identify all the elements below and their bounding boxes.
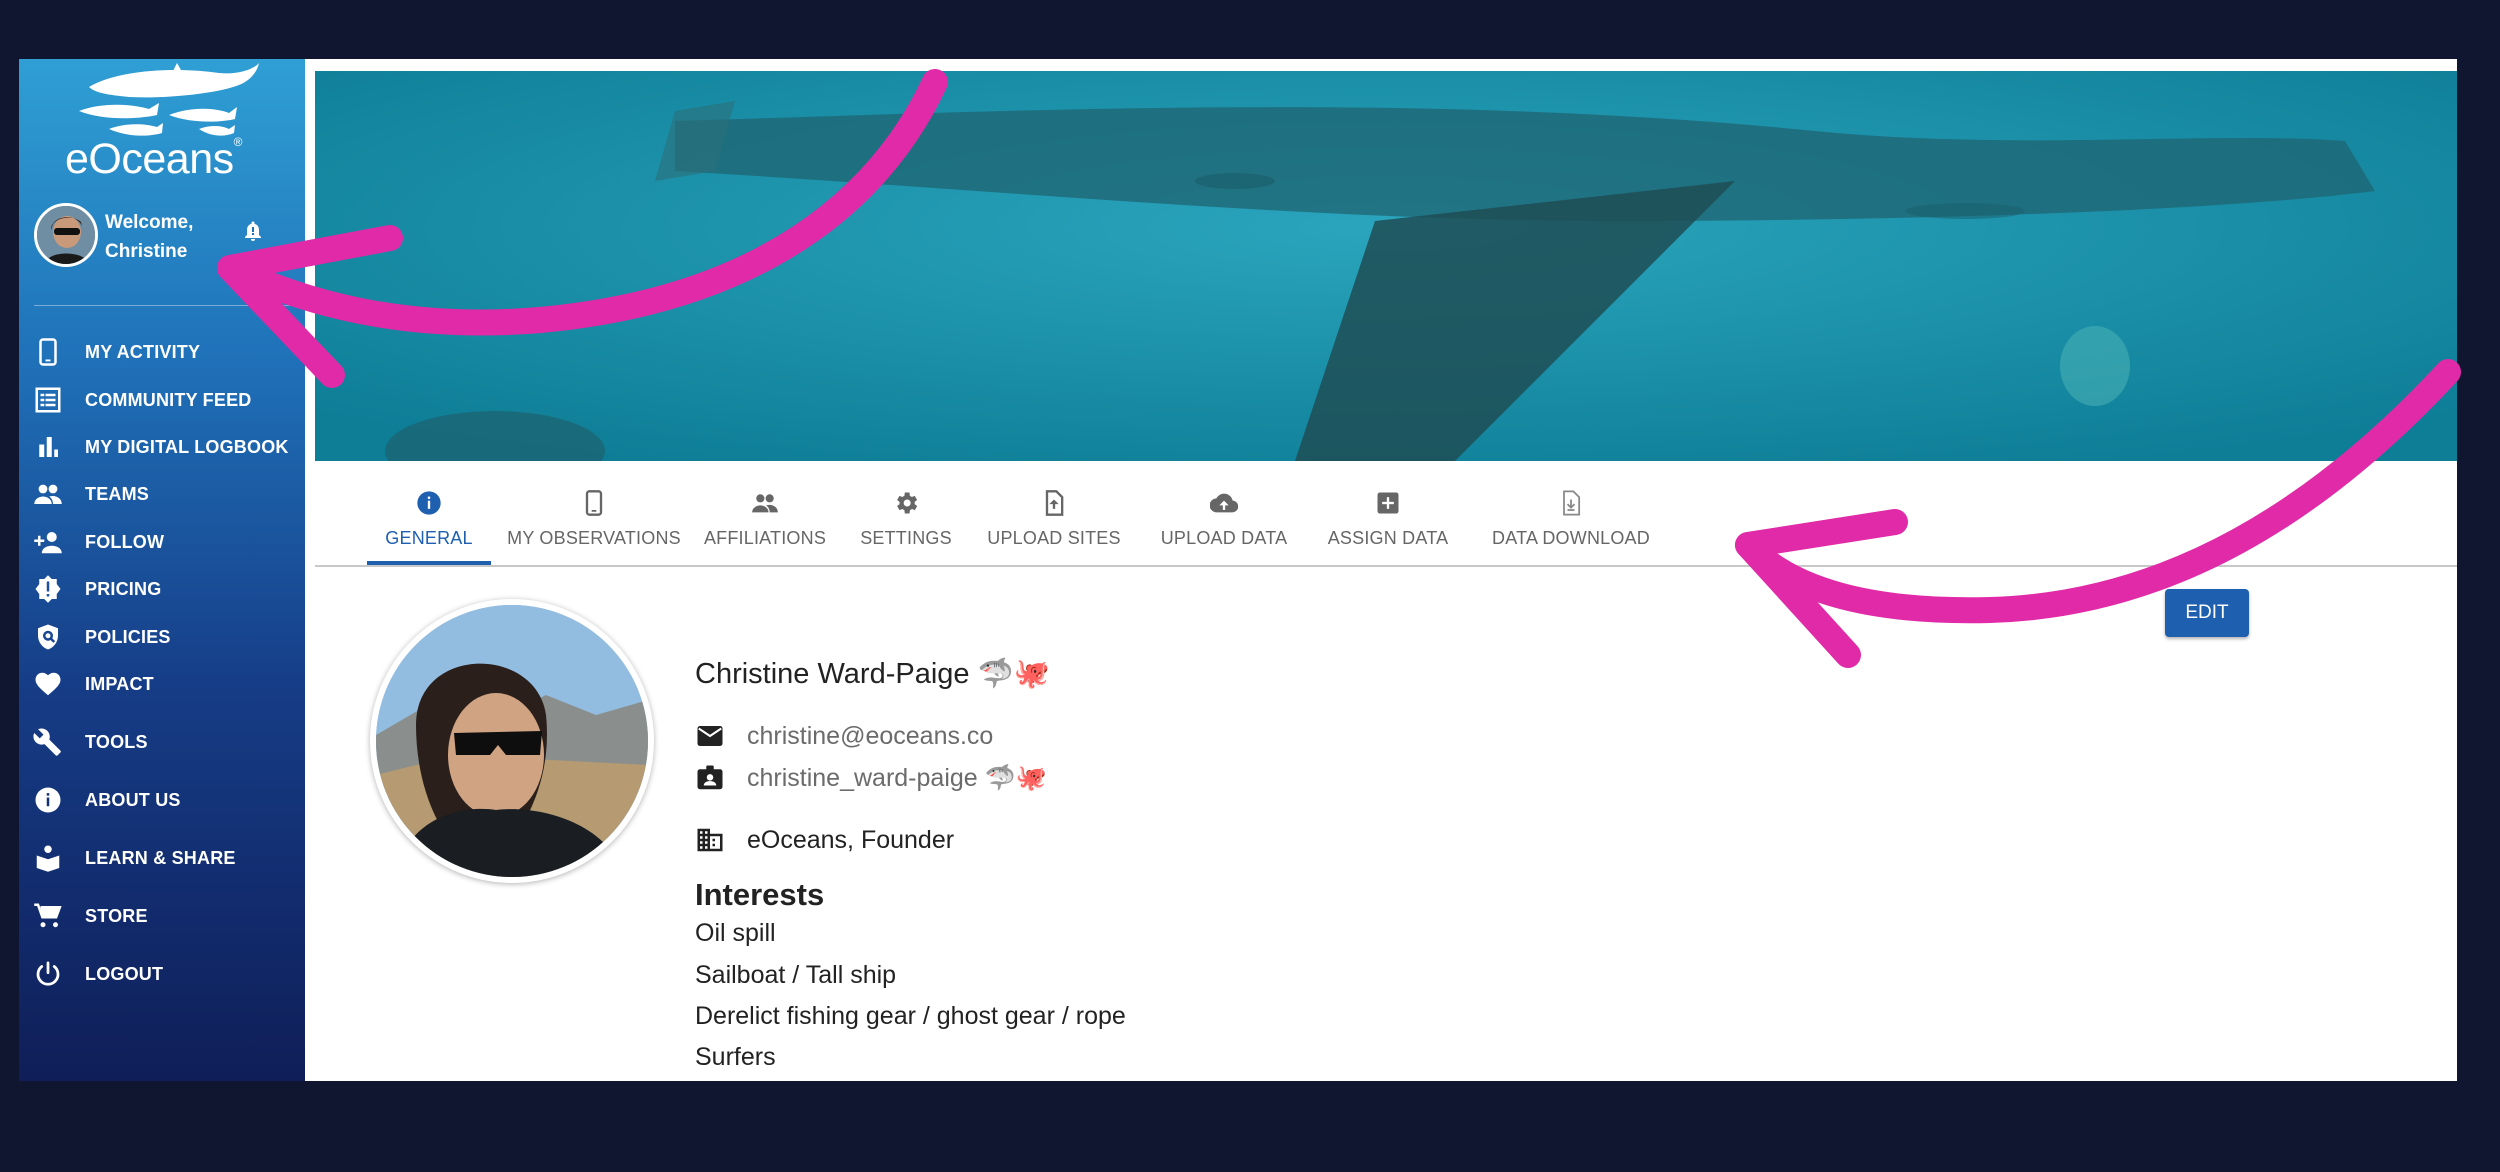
active-tab-indicator bbox=[367, 561, 491, 565]
shark-cover-image bbox=[315, 71, 2457, 461]
sidebar-item-label: STORE bbox=[85, 905, 148, 926]
welcome-text: Welcome, Christine bbox=[105, 208, 193, 266]
tab-general[interactable]: GENERAL bbox=[367, 473, 491, 565]
organization-row: eOceans, Founder bbox=[695, 825, 954, 855]
tab-affiliations[interactable]: AFFILIATIONS bbox=[699, 473, 831, 565]
people-icon bbox=[752, 494, 778, 513]
heart-icon bbox=[35, 672, 61, 696]
tab-label: UPLOAD DATA bbox=[1160, 528, 1288, 548]
plus-box-icon bbox=[1377, 492, 1399, 514]
sidebar-item-tools[interactable]: TOOLS bbox=[19, 722, 305, 762]
mail-icon bbox=[697, 726, 723, 746]
profile-username: christine_ward-paige 🦈🐙 bbox=[747, 763, 1047, 792]
profile-email[interactable]: christine@eoceans.co bbox=[747, 722, 993, 751]
interest-item: Oil spill bbox=[695, 919, 776, 947]
username-row: christine_ward-paige 🦈🐙 bbox=[695, 763, 1047, 793]
sidebar-item-community-feed[interactable]: COMMUNITY FEED bbox=[19, 380, 305, 420]
bar-chart-icon bbox=[39, 437, 58, 457]
sidebar-item-impact[interactable]: IMPACT bbox=[19, 664, 305, 704]
feed-list-icon bbox=[35, 387, 61, 413]
sidebar-item-label: TOOLS bbox=[85, 731, 148, 752]
cover-photo bbox=[315, 71, 2457, 461]
sidebar-divider bbox=[34, 305, 290, 306]
sidebar-item-label: IMPACT bbox=[85, 673, 154, 694]
sidebar-item-learn-share[interactable]: LEARN & SHARE bbox=[19, 838, 305, 878]
sidebar-item-label: PRICING bbox=[85, 578, 162, 599]
profile-name: Christine Ward-Paige 🦈🐙 bbox=[695, 658, 1050, 690]
tab-label: MY OBSERVATIONS bbox=[507, 528, 681, 548]
sidebar-item-label: LEARN & SHARE bbox=[85, 847, 236, 868]
cart-icon bbox=[34, 903, 62, 928]
info-icon bbox=[417, 491, 441, 515]
tab-upload-sites[interactable]: UPLOAD SITES bbox=[981, 473, 1127, 565]
profile-organization: eOceans, Founder bbox=[747, 825, 955, 854]
sidebar-item-store[interactable]: STORE bbox=[19, 896, 305, 936]
tab-settings[interactable]: SETTINGS bbox=[855, 473, 957, 565]
id-badge-icon bbox=[697, 765, 723, 790]
notification-bell-icon[interactable] bbox=[241, 219, 265, 243]
sidebar-item-my-digital-logbook[interactable]: MY DIGITAL LOGBOOK bbox=[19, 427, 305, 467]
sidebar-item-label: POLICIES bbox=[85, 626, 171, 647]
email-row: christine@eoceans.co bbox=[695, 721, 993, 751]
badge-alert-icon bbox=[35, 575, 61, 603]
tab-upload-data[interactable]: UPLOAD DATA bbox=[1151, 473, 1297, 565]
sidebar-item-follow[interactable]: FOLLOW bbox=[19, 522, 305, 562]
tab-label: UPLOAD SITES bbox=[987, 528, 1121, 548]
phone-icon bbox=[585, 490, 603, 516]
sidebar-item-label: LOGOUT bbox=[85, 963, 164, 984]
gear-icon bbox=[897, 492, 918, 514]
tab-label: ASSIGN DATA bbox=[1327, 528, 1449, 548]
info-icon bbox=[35, 787, 61, 813]
tab-data-download[interactable]: DATA DOWNLOAD bbox=[1479, 473, 1663, 565]
sidebar-item-label: MY ACTIVITY bbox=[85, 341, 201, 362]
tab-label: GENERAL bbox=[385, 528, 473, 548]
logo-wordmark: eOceans® bbox=[65, 135, 242, 183]
reader-icon bbox=[36, 845, 60, 872]
tab-my-observations[interactable]: MY OBSERVATIONS bbox=[507, 473, 681, 565]
sidebar-item-label: COMMUNITY FEED bbox=[85, 389, 252, 410]
sidebar-item-about-us[interactable]: ABOUT US bbox=[19, 780, 305, 820]
app-window: eOceans® Welcome, Christine MY ACTIVITY bbox=[19, 59, 2457, 1081]
sidebar-item-logout[interactable]: LOGOUT bbox=[19, 954, 305, 994]
profile-avatar[interactable] bbox=[370, 599, 654, 883]
tab-label: AFFILIATIONS bbox=[703, 528, 827, 548]
user-first-name: Christine bbox=[105, 241, 188, 262]
wrench-icon bbox=[33, 728, 61, 756]
sidebar-item-label: TEAMS bbox=[85, 483, 149, 504]
sidebar: eOceans® Welcome, Christine MY ACTIVITY bbox=[19, 59, 305, 1081]
main-content: GENERAL MY OBSERVATIONS AFFILIATIONS SET… bbox=[305, 59, 2457, 1081]
tab-assign-data[interactable]: ASSIGN DATA bbox=[1321, 473, 1455, 565]
interest-item: Surfers bbox=[695, 1043, 776, 1071]
file-upload-icon bbox=[1045, 490, 1064, 516]
sidebar-item-my-activity[interactable]: MY ACTIVITY bbox=[19, 332, 305, 372]
file-download-icon bbox=[1563, 490, 1581, 516]
people-icon bbox=[34, 484, 62, 504]
interest-item: Sailboat / Tall ship bbox=[695, 961, 897, 989]
profile-tabs: GENERAL MY OBSERVATIONS AFFILIATIONS SET… bbox=[315, 473, 2457, 567]
sidebar-item-label: FOLLOW bbox=[85, 531, 165, 552]
cloud-upload-icon bbox=[1210, 493, 1238, 513]
building-icon bbox=[697, 828, 723, 852]
edit-button[interactable]: EDIT bbox=[2165, 589, 2249, 637]
interest-item: Derelict fishing gear / ghost gear / rop… bbox=[695, 1002, 1126, 1030]
sidebar-item-teams[interactable]: TEAMS bbox=[19, 474, 305, 514]
tab-label: DATA DOWNLOAD bbox=[1492, 528, 1650, 548]
tab-label: SETTINGS bbox=[860, 528, 952, 548]
interests-heading: Interests bbox=[695, 877, 825, 912]
sidebar-item-label: MY DIGITAL LOGBOOK bbox=[85, 436, 289, 457]
avatar[interactable] bbox=[34, 203, 98, 267]
shield-icon bbox=[38, 624, 58, 650]
person-add-icon bbox=[34, 532, 62, 554]
sidebar-item-policies[interactable]: POLICIES bbox=[19, 617, 305, 657]
phone-icon bbox=[39, 338, 57, 366]
welcome-line: Welcome, bbox=[105, 212, 194, 233]
power-icon bbox=[36, 961, 60, 986]
sidebar-item-label: ABOUT US bbox=[85, 789, 181, 810]
sidebar-item-pricing[interactable]: PRICING bbox=[19, 569, 305, 609]
